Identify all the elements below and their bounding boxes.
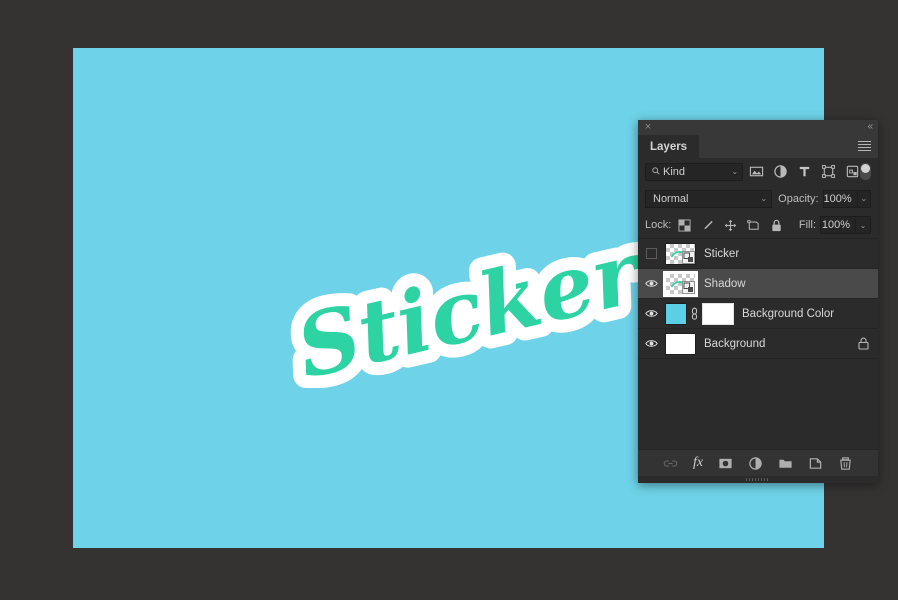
layer-thumbnail[interactable] [665, 332, 696, 355]
fill-label: Fill: [798, 219, 816, 231]
layer-visibility-toggle[interactable] [638, 279, 665, 288]
layer-thumbnail[interactable] [665, 242, 696, 265]
filter-type-icons [749, 164, 860, 179]
layer-filter-row: Kind ⌄ [638, 158, 878, 185]
sticker-artwork: Sticker Sticker [279, 238, 639, 388]
eye-icon [645, 340, 658, 347]
layer-visibility-toggle[interactable] [638, 339, 665, 348]
add-layer-mask-icon[interactable] [718, 456, 733, 471]
layer-row-background-color[interactable]: Background Color [638, 299, 878, 329]
layer-name: Shadow [704, 277, 746, 290]
adjustment-layer-filter-icon[interactable] [773, 164, 788, 179]
link-layers-icon[interactable] [663, 456, 678, 471]
smart-object-badge-icon [682, 250, 695, 264]
layer-thumbnails [665, 242, 696, 265]
new-adjustment-layer-icon[interactable] [748, 456, 763, 471]
collapse-panel-icon[interactable]: « [867, 121, 872, 133]
type-layer-filter-icon[interactable] [797, 164, 812, 179]
panel-tabbar: Layers [638, 135, 878, 158]
layer-thumbnails [663, 270, 698, 297]
fill-value: 100% [821, 219, 850, 231]
layer-list[interactable]: Sticker Shadow Background Color Backgrou… [638, 238, 878, 449]
lock-all-icon[interactable] [770, 219, 783, 232]
smart-object-filter-icon[interactable] [845, 164, 860, 179]
opacity-value: 100% [823, 192, 852, 205]
layers-panel[interactable]: × « Layers Kind ⌄ Normal ⌄ Opacity: 100%… [638, 120, 878, 483]
layer-mask-link-icon[interactable] [687, 307, 702, 320]
layer-mask-thumbnail[interactable] [702, 302, 734, 325]
layer-visibility-toggle[interactable] [638, 248, 665, 259]
opacity-input[interactable]: 100% [822, 189, 858, 208]
panel-resize-grip[interactable] [638, 476, 878, 483]
eye-off-icon [646, 248, 657, 259]
fill-input[interactable]: 100% [820, 216, 856, 234]
blend-opacity-row: Normal ⌄ Opacity: 100% ⌄ [638, 185, 878, 212]
pixel-layer-filter-icon[interactable] [749, 164, 764, 179]
eye-icon [645, 310, 658, 317]
layer-styles-fx-icon[interactable]: fx [693, 455, 703, 471]
blend-mode-select[interactable]: Normal ⌄ [645, 189, 773, 208]
lock-artboard-nesting-icon[interactable] [747, 219, 760, 232]
layer-name: Sticker [704, 247, 740, 260]
panel-titlebar: × « [638, 120, 878, 135]
layer-name: Background [704, 337, 766, 350]
smart-object-badge-icon [682, 280, 695, 294]
layer-thumbnails [665, 332, 696, 355]
opacity-label: Opacity: [778, 192, 819, 205]
filter-kind-select[interactable]: Kind ⌄ [645, 162, 744, 181]
lock-row: Lock: Fill: 100% ⌄ [638, 212, 878, 238]
layer-row-shadow[interactable]: Shadow [638, 269, 878, 299]
blend-mode-value: Normal [653, 192, 689, 205]
solid-color-thumbnail[interactable] [665, 302, 687, 325]
layers-bottom-toolbar: fx [638, 449, 878, 476]
new-layer-icon[interactable] [808, 456, 823, 471]
layer-locked-icon [858, 337, 869, 350]
lock-transparent-pixels-icon[interactable] [678, 218, 691, 232]
chevron-down-icon[interactable]: ⌄ [760, 194, 767, 203]
layer-thumbnails [665, 302, 734, 325]
opacity-stepper-chevron-down-icon[interactable]: ⌄ [857, 189, 871, 208]
chevron-down-icon[interactable]: ⌄ [732, 167, 739, 176]
layer-row-sticker[interactable]: Sticker [638, 239, 878, 269]
lock-image-pixels-icon[interactable] [701, 219, 714, 232]
sticker-fill: Sticker [288, 238, 639, 388]
filter-kind-label: Kind [663, 165, 686, 178]
panel-menu-icon[interactable] [858, 141, 871, 152]
new-group-icon[interactable] [778, 456, 793, 471]
close-icon[interactable]: × [643, 122, 653, 133]
chain-link-icon [691, 307, 698, 320]
filter-enable-toggle[interactable] [860, 163, 871, 180]
eye-icon [645, 280, 658, 287]
lock-icon-group [678, 218, 783, 232]
layer-thumbnail[interactable] [663, 270, 698, 297]
layer-row-background[interactable]: Background [638, 329, 878, 359]
layer-name: Background Color [742, 307, 835, 320]
shape-layer-filter-icon[interactable] [821, 164, 836, 179]
tab-layers-label: Layers [650, 140, 688, 153]
layer-visibility-toggle[interactable] [638, 309, 665, 318]
delete-layer-icon[interactable] [838, 456, 853, 471]
fill-stepper-chevron-down-icon[interactable]: ⌄ [856, 216, 871, 234]
lock-label: Lock: [645, 219, 672, 231]
tab-layers[interactable]: Layers [638, 135, 700, 158]
lock-position-icon[interactable] [724, 219, 737, 232]
search-icon [652, 166, 660, 175]
